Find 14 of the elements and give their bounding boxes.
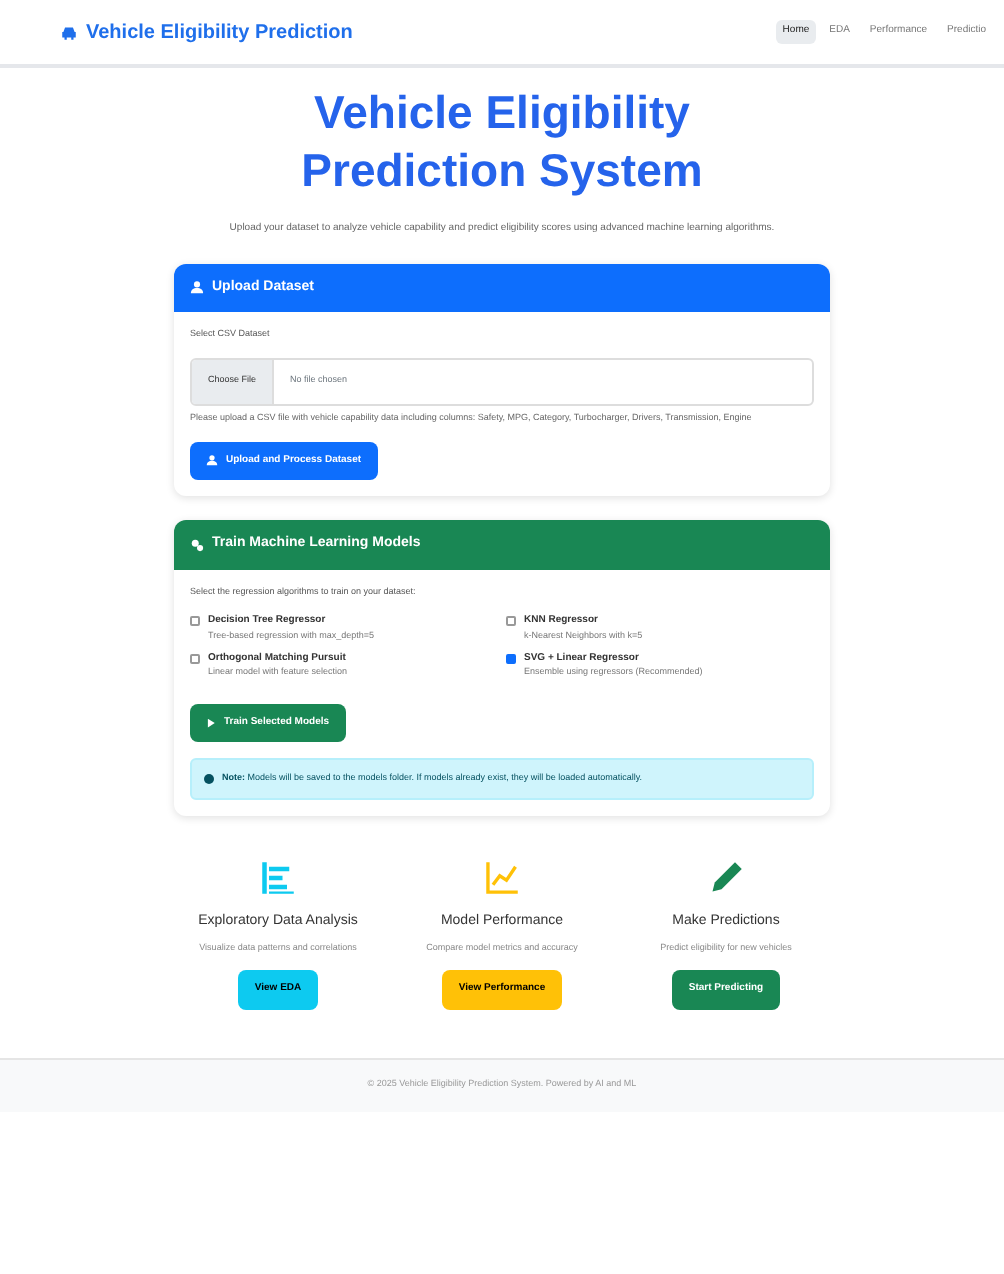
page-title: Vehicle Eligibility Prediction System	[299, 84, 705, 199]
user-icon	[190, 280, 204, 295]
info-icon	[204, 774, 214, 785]
checkbox[interactable]	[190, 653, 200, 663]
pencil-icon	[708, 860, 744, 896]
checkbox[interactable]	[506, 616, 516, 627]
car-icon	[60, 23, 78, 41]
checkbox[interactable]	[190, 616, 200, 627]
checkbox[interactable]	[506, 653, 516, 663]
list-icon	[260, 860, 296, 896]
brand-link[interactable]: Vehicle Eligibility Prediction	[60, 17, 353, 47]
play-icon	[206, 718, 216, 728]
user-icon	[206, 454, 218, 467]
chart-icon	[484, 860, 520, 896]
